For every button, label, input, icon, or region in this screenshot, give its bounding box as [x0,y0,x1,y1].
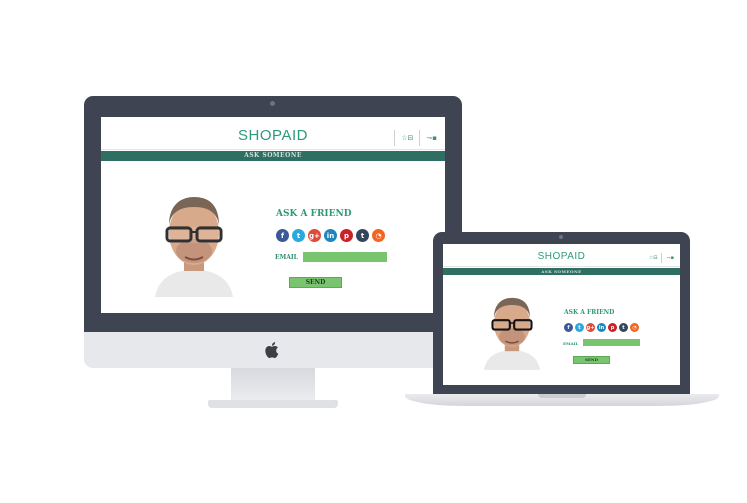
ask-someone-band: ASK SOMEONE [443,268,680,275]
site-logo[interactable]: SHOPAID [443,251,680,262]
tumblr-icon[interactable]: t [619,323,628,332]
twitter-icon[interactable]: t [292,229,305,242]
apple-logo-icon [265,342,279,358]
laptop-screen: SHOPAID ☆⊟ ⇁▪ ASK SOMEONE ASK A FRIEND f… [443,244,680,385]
email-field[interactable] [583,339,640,346]
header-divider [661,253,663,263]
google-plus-icon[interactable]: g+ [308,229,321,242]
rss-icon[interactable]: ◔ [630,323,639,332]
facebook-icon[interactable]: f [276,229,289,242]
rss-icon[interactable]: ◔ [372,229,385,242]
header-icons: ☆⊟ ⇁▪ [394,130,437,146]
social-icons: f t g+ in p t ◔ [276,229,385,242]
cart-icon[interactable]: ⇁▪ [426,134,437,142]
linkedin-icon[interactable]: in [597,323,606,332]
pinterest-icon[interactable]: p [608,323,617,332]
laptop-camera [559,235,563,239]
ask-friend-title: ASK A FRIEND [564,309,615,316]
imac-stand-foot [208,400,338,408]
cart-icon[interactable]: ⇁▪ [666,255,674,261]
wishlist-icon[interactable]: ☆⊟ [649,255,658,261]
email-field[interactable] [303,252,387,262]
imac-screen: SHOPAID ☆⊟ ⇁▪ ASK SOMEONE ASK A FRIEND f… [101,117,445,313]
ask-someone-band: ASK SOMEONE [101,151,445,161]
google-plus-icon[interactable]: g+ [586,323,595,332]
wishlist-icon[interactable]: ☆⊟ [401,134,413,142]
imac-camera [270,101,275,106]
facebook-icon[interactable]: f [564,323,573,332]
email-label: EMAIL [563,341,579,346]
social-icons: f t g+ in p t ◔ [564,323,639,332]
linkedin-icon[interactable]: in [324,229,337,242]
email-label: EMAIL [275,254,298,261]
header-divider [419,130,421,146]
imac-stand-neck [231,368,315,404]
model-photo [481,292,543,370]
send-button[interactable]: SEND [289,277,342,288]
pinterest-icon[interactable]: p [340,229,353,242]
header-divider [394,130,396,146]
ask-friend-title: ASK A FRIEND [276,209,352,219]
site-header: SHOPAID ☆⊟ ⇁▪ [443,244,680,267]
twitter-icon[interactable]: t [575,323,584,332]
send-button[interactable]: SEND [573,356,610,364]
model-photo [151,189,237,297]
laptop-notch [538,394,586,398]
site-header: SHOPAID ☆⊟ ⇁▪ [101,117,445,150]
header-icons: ☆⊟ ⇁▪ [649,253,674,263]
tumblr-icon[interactable]: t [356,229,369,242]
